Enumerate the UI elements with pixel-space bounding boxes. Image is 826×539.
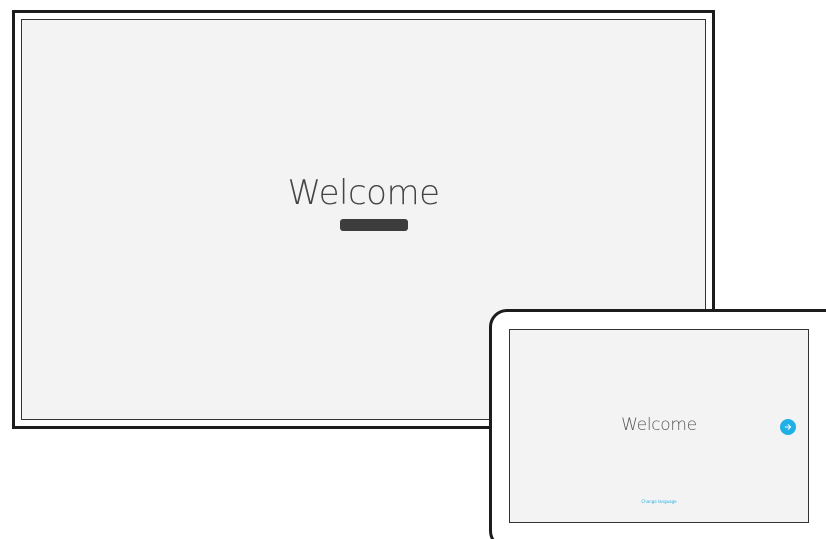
touch-controller-welcome-text: Welcome (621, 415, 697, 435)
change-language-link[interactable]: Change language (510, 499, 808, 504)
touch-controller-screen: Welcome Change language (509, 329, 809, 523)
room-display-status-bar (340, 219, 408, 231)
touch-controller: Welcome Change language (489, 309, 826, 539)
devices-illustration: Welcome Welcome Change language (0, 0, 826, 539)
arrow-right-icon (784, 424, 792, 430)
room-display-welcome-text: Welcome (287, 173, 440, 213)
next-button[interactable] (780, 419, 796, 435)
